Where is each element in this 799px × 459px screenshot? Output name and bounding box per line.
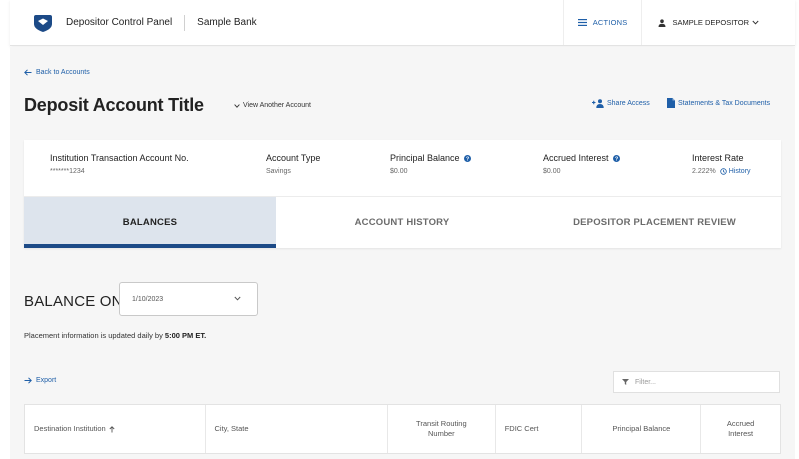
back-label: Back to Accounts (36, 69, 90, 76)
top-bar: Depositor Control Panel Sample Bank ACTI… (10, 0, 795, 46)
column-label-destination-institution: Destination Institution (34, 423, 106, 433)
user-icon (658, 18, 666, 27)
arrow-left-icon (24, 69, 32, 76)
tab-balances-label: BALANCES (122, 217, 178, 228)
actions-label: ACTIONS (592, 18, 628, 27)
interest-history-link[interactable]: History (720, 168, 751, 175)
account-tabs: BALANCES ACCOUNT HISTORY DEPOSITOR PLACE… (24, 196, 781, 248)
help-icon[interactable]: ? (612, 154, 620, 162)
column-header-city-state[interactable]: City, State (206, 405, 388, 453)
history-icon (720, 168, 727, 175)
column-label-city-state: City, State (214, 423, 249, 433)
tab-account-history-label: ACCOUNT HISTORY (354, 217, 450, 228)
history-label: History (728, 168, 751, 175)
menu-icon (577, 19, 587, 26)
back-to-accounts-link[interactable]: Back to Accounts (24, 69, 90, 76)
view-another-label: View Another Account (243, 102, 311, 109)
view-another-account-dropdown[interactable]: View Another Account (234, 102, 311, 109)
chevron-down-icon (234, 296, 241, 301)
column-header-transit-routing-number[interactable]: Transit Routing Number (388, 405, 496, 453)
statements-label: Statements & Tax Documents (678, 99, 771, 107)
document-icon (667, 98, 675, 108)
export-link[interactable]: Export (24, 377, 56, 384)
statements-tax-documents-button[interactable]: Statements & Tax Documents (667, 98, 770, 108)
placement-info-text: Placement information is updated daily b… (24, 331, 206, 340)
column-header-accrued-interest[interactable]: Accrued Interest (701, 405, 780, 453)
column-header-destination-institution[interactable]: Destination Institution (25, 405, 206, 453)
filter-placeholder: Filter... (635, 378, 657, 386)
placement-info-time: 5:00 PM ET. (164, 331, 207, 340)
chevron-down-icon (234, 103, 240, 108)
header-divider (184, 14, 186, 31)
placement-info-prefix: Placement information is updated daily b… (24, 331, 163, 340)
user-label: SAMPLE DEPOSITOR (672, 18, 749, 27)
filter-icon (622, 379, 629, 385)
accrued-interest-label-text: Accrued Interest (543, 153, 609, 163)
placements-table-header: Destination Institution City, State Tran… (24, 404, 781, 454)
principal-balance-label-text: Principal Balance (390, 153, 460, 163)
page-title: Deposit Account Title (24, 95, 204, 115)
bank-logo-icon (34, 14, 52, 32)
app-title: Depositor Control Panel (66, 17, 173, 28)
account-summary-card: Institution Transaction Account No. ****… (24, 140, 781, 248)
column-label-transit-routing-number: Transit Routing Number (416, 418, 467, 438)
sort-ascending-icon (109, 425, 115, 432)
column-header-fdic-cert[interactable]: FDIC Cert (496, 405, 583, 453)
chevron-down-icon (752, 20, 759, 25)
account-type-value: Savings (266, 168, 291, 175)
account-number-value: *******1234 (50, 168, 85, 175)
tab-balances[interactable]: BALANCES (24, 197, 276, 248)
accrued-interest-value: $0.00 (543, 168, 561, 175)
accrued-interest-label: Accrued Interest ? (543, 153, 620, 163)
column-header-principal-balance[interactable]: Principal Balance (582, 405, 702, 453)
tab-depositor-placement-review-label: DEPOSITOR PLACEMENT REVIEW (573, 217, 736, 228)
balance-on-heading: BALANCE ON (24, 293, 123, 310)
interest-rate-row: 2.222% History (692, 168, 751, 175)
balance-date-value: 1/10/2023 (132, 296, 164, 303)
balance-date-select[interactable]: 1/10/2023 (119, 282, 258, 316)
arrow-right-icon (24, 377, 32, 384)
column-label-fdic-cert: FDIC Cert (504, 423, 539, 433)
interest-rate-label: Interest Rate (692, 153, 744, 163)
share-access-button[interactable]: Share Access (592, 99, 650, 108)
column-label-principal-balance: Principal Balance (612, 423, 671, 433)
help-icon[interactable]: ? (463, 154, 471, 162)
principal-balance-label: Principal Balance ? (390, 153, 471, 163)
interest-rate-value: 2.222% (692, 168, 716, 175)
actions-menu-button[interactable]: ACTIONS (562, 0, 642, 45)
account-type-label: Account Type (266, 153, 321, 163)
tab-depositor-placement-review[interactable]: DEPOSITOR PLACEMENT REVIEW (528, 197, 781, 248)
bank-name: Sample Bank (197, 17, 257, 28)
filter-input[interactable]: Filter... (613, 371, 780, 393)
share-access-label: Share Access (607, 100, 650, 107)
add-user-icon (592, 99, 604, 108)
user-menu-button[interactable]: SAMPLE DEPOSITOR (641, 0, 795, 45)
principal-balance-value: $0.00 (390, 168, 408, 175)
account-number-label: Institution Transaction Account No. (50, 153, 189, 163)
export-label: Export (36, 377, 57, 384)
tab-account-history[interactable]: ACCOUNT HISTORY (276, 197, 528, 248)
column-label-accrued-interest: Accrued Interest (726, 418, 755, 438)
